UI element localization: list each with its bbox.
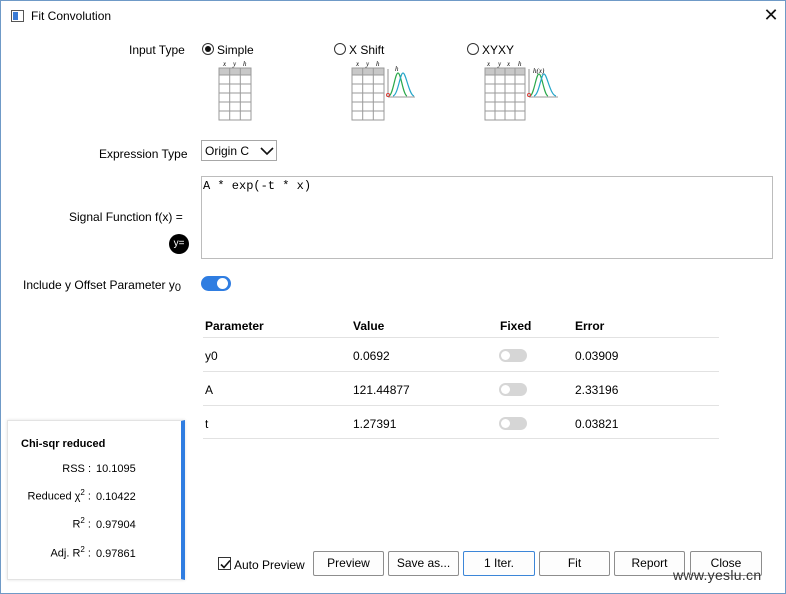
window-title: Fit Convolution: [31, 9, 112, 23]
table-row: A 121.44877 2.33196: [203, 371, 719, 405]
ws-col-label: h: [376, 60, 380, 68]
auto-preview-checkbox[interactable]: [218, 557, 231, 570]
ws-col-label: y: [232, 60, 237, 68]
adjr2-label-colon: :: [84, 547, 91, 560]
radio-simple-label: Simple: [217, 43, 254, 57]
ws-col-label: y: [365, 60, 370, 68]
x-shift-worksheet-icon: x y h h: [351, 60, 415, 121]
save-as-button[interactable]: Save as...: [388, 551, 459, 576]
table-row: t 1.27391 0.03821: [203, 405, 719, 439]
param-value[interactable]: 1.27391: [353, 417, 396, 431]
chi-label-colon: :: [84, 490, 91, 503]
title-bar: Fit Convolution ✕: [1, 1, 785, 31]
ws-col-label: h: [518, 60, 522, 68]
param-name: t: [205, 417, 209, 431]
expression-type-select[interactable]: Origin C: [201, 140, 277, 161]
offset-label-text: Include y Offset Parameter y: [23, 278, 175, 292]
fixed-toggle[interactable]: [499, 349, 527, 362]
chevron-down-icon: [260, 147, 274, 156]
fit-statistics-panel: Chi-sqr reduced RSS : 10.1095 Reduced χ2…: [7, 420, 185, 580]
y-equals-button[interactable]: y=: [169, 234, 189, 254]
radio-x-shift[interactable]: [334, 43, 346, 55]
radio-simple[interactable]: [202, 43, 214, 55]
offset-label-subscript: 0: [174, 282, 181, 294]
ws-col-label: x: [355, 60, 360, 68]
fit-button[interactable]: Fit: [539, 551, 610, 576]
expression-type-label: Expression Type: [99, 147, 188, 161]
ws-col-label: x: [222, 60, 227, 68]
signal-function-label: Signal Function f(x) =: [69, 210, 183, 224]
col-header-error: Error: [575, 319, 605, 333]
expression-type-value: Origin C: [205, 144, 250, 158]
r2-label-colon: :: [84, 518, 91, 531]
param-error: 2.33196: [575, 383, 619, 397]
rss-label: RSS :: [62, 463, 91, 475]
checkmark-icon: [220, 559, 231, 569]
app-window-icon: [11, 10, 24, 22]
simple-worksheet-icon: x y h: [218, 60, 252, 121]
ws-col-label: x: [506, 60, 511, 68]
col-header-parameter: Parameter: [205, 319, 264, 333]
offset-label: Include y Offset Parameter y0: [23, 278, 181, 294]
ws-col-label: y: [497, 60, 502, 68]
fit-convolution-dialog: Fit Convolution ✕ Input Type Simple X Sh…: [0, 0, 786, 594]
close-icon[interactable]: ✕: [763, 6, 779, 24]
radio-xyxy-label: XYXY: [482, 43, 515, 57]
r-squared-label: R2 :: [13, 516, 91, 531]
fixed-toggle[interactable]: [499, 417, 527, 430]
param-name: A: [205, 383, 214, 397]
curve-label: h: [395, 65, 399, 73]
xyxy-worksheet-icon: x y x h h(x): [484, 60, 558, 121]
offset-toggle[interactable]: [201, 276, 231, 291]
reduced-chi-sqr-label: Reduced χ2 :: [13, 488, 91, 503]
watermark: www.yeslu.cn: [673, 567, 762, 583]
input-type-label: Input Type: [129, 43, 185, 57]
radio-x-shift-label: X Shift: [349, 43, 385, 57]
ws-col-label: h: [243, 60, 247, 68]
col-header-fixed: Fixed: [500, 319, 532, 333]
param-error: 0.03821: [575, 417, 619, 431]
stats-title: Chi-sqr reduced: [21, 438, 106, 450]
preview-button[interactable]: Preview: [313, 551, 384, 576]
table-row: y0 0.0692 0.03909: [203, 337, 719, 371]
rss-value: 10.1095: [96, 463, 136, 475]
col-header-value: Value: [353, 319, 385, 333]
auto-preview-label: Auto Preview: [234, 558, 305, 572]
ws-col-label: x: [486, 60, 491, 68]
param-value[interactable]: 0.0692: [353, 349, 390, 363]
signal-function-editor[interactable]: A * exp(-t * x): [201, 176, 773, 259]
adj-r-squared-label: Adj. R2 :: [13, 545, 91, 560]
param-error: 0.03909: [575, 349, 619, 363]
radio-xyxy[interactable]: [467, 43, 479, 55]
one-iteration-button[interactable]: 1 Iter.: [463, 551, 535, 576]
param-value[interactable]: 121.44877: [353, 383, 410, 397]
chi-label-text: Reduced χ: [27, 490, 81, 503]
fixed-toggle[interactable]: [499, 383, 527, 396]
param-name: y0: [205, 349, 218, 363]
adj-r-squared-value: 0.97861: [96, 548, 136, 560]
r-squared-value: 0.97904: [96, 519, 136, 531]
reduced-chi-sqr-value: 0.10422: [96, 491, 136, 503]
adjr2-label-text: Adj. R: [50, 547, 81, 560]
